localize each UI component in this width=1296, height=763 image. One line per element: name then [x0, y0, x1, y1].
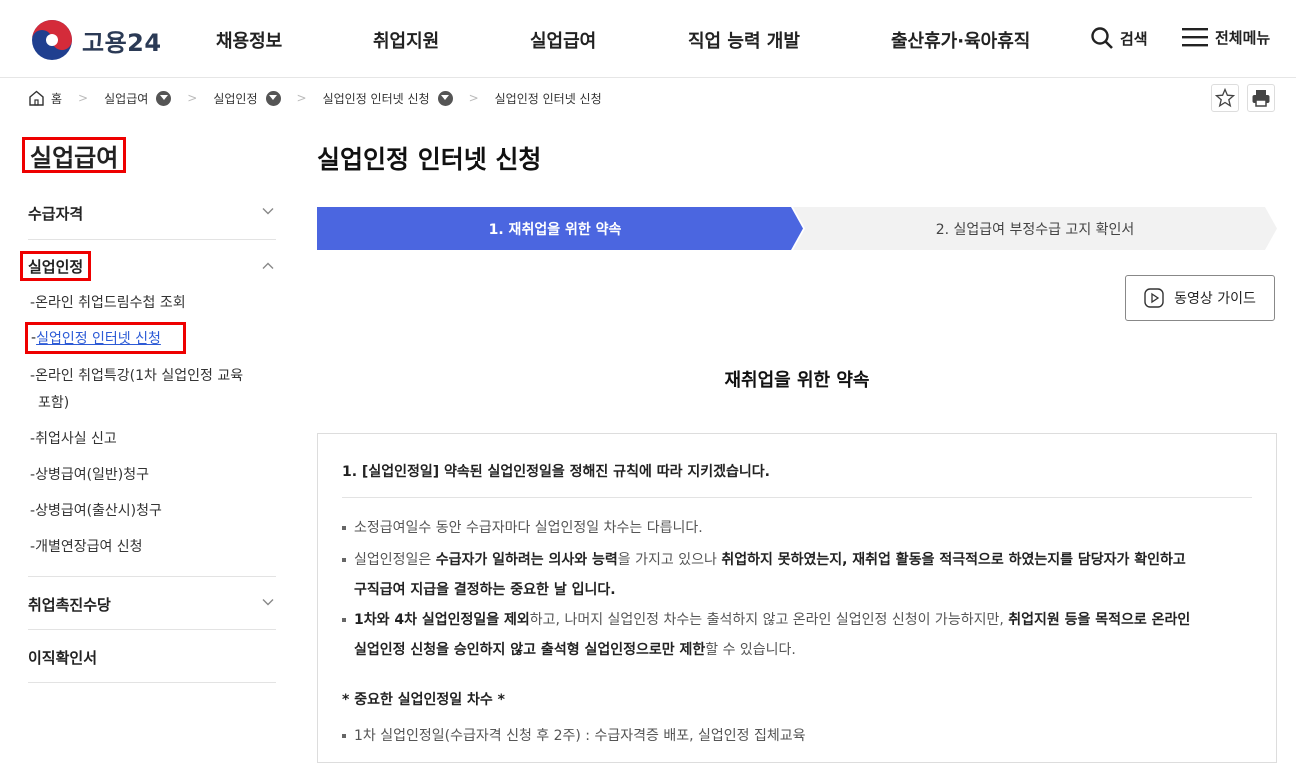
breadcrumb-item[interactable]: 실업인정 인터넷 신청 — [323, 90, 453, 107]
sidebar-item-label: 수급자격 — [28, 205, 84, 223]
divider — [28, 682, 276, 683]
site-header: 고용24 채용정보 취업지원 실업급여 직업 능력 개발 출산휴가·육아휴직 검… — [0, 0, 1296, 78]
bullet-icon — [342, 526, 346, 530]
sidebar-item-label: 이직확인서 — [28, 649, 98, 667]
nav-recruit[interactable]: 채용정보 — [216, 27, 282, 53]
sidebar-item-incentive[interactable]: 취업촉진수당 — [28, 594, 276, 615]
promise-1-title: 1. [실업인정일] 약속된 실업인정일을 정해진 규칙에 따라 지키겠습니다. — [342, 464, 770, 480]
sidebar-subitem[interactable]: -개별연장급여 신청 — [30, 536, 143, 556]
taegeuk-logo-icon — [32, 20, 72, 60]
breadcrumb-separator-icon: > — [296, 91, 307, 105]
step-1-label: 1. 재취업을 위한 약속 — [488, 221, 622, 238]
search-label: 검색 — [1120, 29, 1148, 48]
nav-job-support[interactable]: 취업지원 — [373, 27, 439, 53]
sidebar-subitem-active[interactable]: - 실업인정 인터넷 신청 — [25, 322, 186, 354]
bullet-item: 소정급여일수 동안 수급자마다 실업인정일 차수는 다릅니다. — [342, 513, 1252, 543]
sidebar-subitem[interactable]: -취업사실 신고 — [30, 428, 117, 448]
printer-icon — [1252, 90, 1270, 107]
video-guide-button[interactable]: 동영상 가이드 — [1125, 275, 1275, 321]
all-menu-label: 전체메뉴 — [1215, 28, 1271, 47]
breadcrumb-item[interactable]: 실업급여 — [104, 90, 172, 107]
step-2-label: 2. 실업급여 부정수급 고지 확인서 — [935, 221, 1135, 238]
chevron-down-icon — [262, 599, 274, 606]
sidebar-item-eligibility[interactable]: 수급자격 — [28, 203, 276, 224]
step-1-active: 1. 재취업을 위한 약속 — [317, 207, 803, 250]
breadcrumb-separator-icon: > — [187, 91, 198, 105]
sidebar-item-separation-confirmation[interactable]: 이직확인서 — [28, 647, 276, 668]
nav-parental-leave[interactable]: 출산휴가·육아휴직 — [891, 27, 1030, 53]
breadcrumb-current: 실업인정 인터넷 신청 — [495, 90, 602, 107]
chevron-up-icon[interactable] — [262, 262, 274, 270]
bullet-icon — [342, 618, 346, 622]
sidebar-subitem[interactable]: -온라인 취업드림수첩 조회 — [30, 292, 186, 312]
sidebar-subitem[interactable]: -상병급여(출산시)청구 — [30, 500, 162, 520]
play-icon — [1144, 288, 1164, 308]
dropdown-icon[interactable] — [437, 90, 453, 106]
breadcrumb: 홈 > 실업급여 > 실업인정 > 실업인정 인터넷 신청 > 실업인정 인터넷… — [28, 87, 602, 109]
breadcrumb-separator-icon: > — [468, 91, 479, 105]
sidebar-subitem-label: 실업인정 인터넷 신청 — [36, 331, 161, 347]
dropdown-icon[interactable] — [156, 90, 172, 106]
hamburger-icon — [1182, 28, 1208, 47]
bullet-item: 1차 실업인정일(수급자격 신청 후 2주) : 수급자격증 배포, 실업인정 … — [342, 721, 1252, 751]
breadcrumb-item-label: 실업인정 인터넷 신청 — [322, 91, 430, 106]
bullet-icon — [342, 734, 346, 738]
breadcrumb-home-label: 홈 — [51, 91, 63, 106]
bullet-item: 1차와 4차 실업인정일을 제외하고, 나머지 실업인정 차수는 출석하지 않고… — [342, 605, 1252, 665]
divider — [342, 497, 1252, 498]
step-2: 2. 실업급여 부정수급 고지 확인서 — [793, 207, 1277, 250]
sidebar-item-label: 취업촉진수당 — [28, 596, 111, 614]
section-title: 재취업을 위한 약속 — [724, 370, 870, 391]
search-icon — [1091, 27, 1113, 49]
divider — [28, 629, 276, 630]
sidebar-subitem-continued[interactable]: 포함) — [38, 392, 69, 412]
nav-skill-development[interactable]: 직업 능력 개발 — [688, 27, 800, 53]
dropdown-icon[interactable] — [265, 90, 281, 106]
important-heading: * 중요한 실업인정일 차수 * — [342, 692, 505, 708]
star-icon — [1215, 88, 1235, 108]
breadcrumb-item[interactable]: 실업인정 — [213, 90, 281, 107]
breadcrumb-item-label: 실업급여 — [104, 91, 149, 106]
sidebar-subitem[interactable]: -온라인 취업특강(1차 실업인정 교육 — [30, 365, 243, 385]
print-button[interactable] — [1247, 84, 1275, 112]
bullet-icon — [342, 558, 346, 562]
logo-text: 고용24 — [82, 28, 162, 57]
sidebar-item-recognition[interactable]: 실업인정 — [20, 251, 92, 281]
video-guide-label: 동영상 가이드 — [1174, 291, 1256, 307]
sidebar-subitem[interactable]: -상병급여(일반)청구 — [30, 464, 149, 484]
chevron-down-icon — [262, 208, 274, 215]
bullet-item: 실업인정일은 수급자가 일하려는 의사와 능력을 가지고 있으나 취업하지 못하… — [342, 545, 1252, 605]
nav-unemployment-benefit[interactable]: 실업급여 — [530, 27, 596, 53]
favorite-button[interactable] — [1211, 84, 1239, 112]
all-menu-button[interactable]: 전체메뉴 — [1181, 26, 1270, 48]
site-logo[interactable]: 고용24 — [30, 18, 162, 62]
breadcrumb-item-label: 실업인정 인터넷 신청 — [494, 91, 602, 106]
divider — [28, 239, 276, 240]
page-title: 실업인정 인터넷 신청 — [317, 145, 542, 174]
breadcrumb-item-label: 실업인정 — [213, 91, 258, 106]
search-button[interactable]: 검색 — [1090, 26, 1148, 50]
home-icon — [29, 90, 44, 106]
breadcrumb-home[interactable]: 홈 — [28, 90, 62, 107]
divider — [28, 576, 276, 577]
breadcrumb-separator-icon: > — [78, 91, 89, 105]
sidebar-title: 실업급여 — [22, 137, 127, 173]
